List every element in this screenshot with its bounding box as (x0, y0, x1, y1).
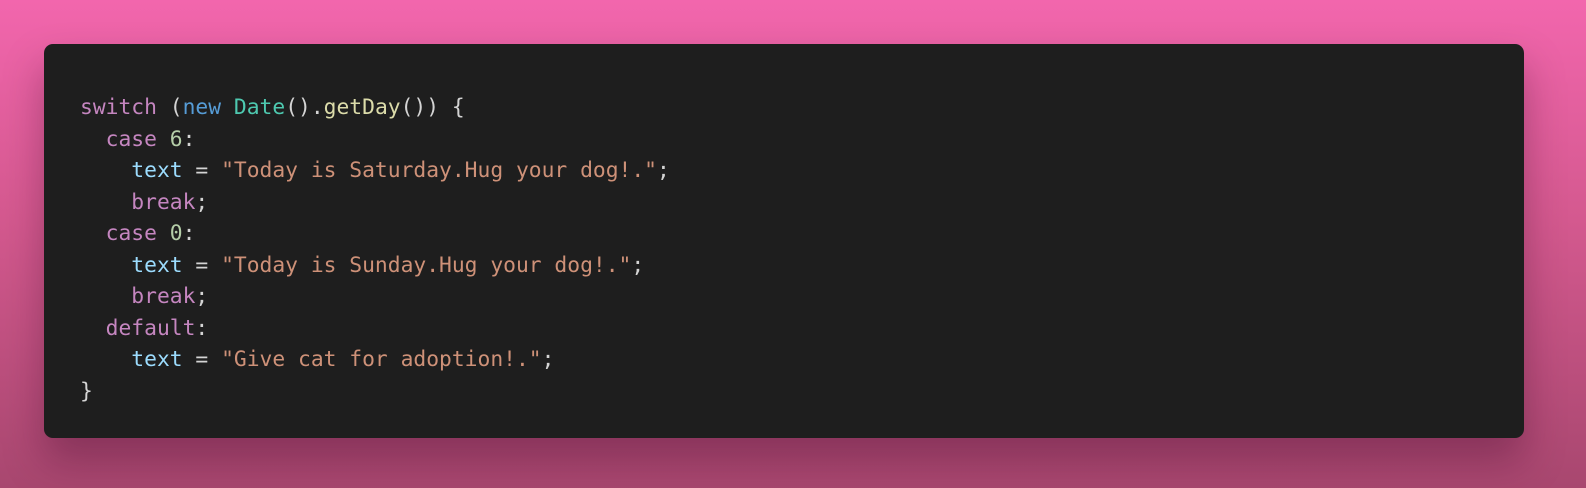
code-token: new (182, 95, 222, 120)
code-line: case 0: (80, 218, 1524, 250)
code-token: case (105, 126, 157, 152)
code-token: text (131, 252, 183, 278)
code-token: = (182, 347, 222, 372)
code-token: ; (195, 284, 209, 309)
code-token: case (105, 221, 157, 246)
code-token: : (182, 126, 196, 152)
code-token: } (80, 378, 93, 404)
code-token: getDay (323, 95, 401, 120)
code-snippet-window: switch (new Date().getDay()) { case 6: t… (44, 44, 1524, 438)
code-token: break (131, 284, 196, 309)
code-token: (). (285, 95, 324, 120)
code-line: break; (80, 187, 1524, 219)
code-token: 6 (169, 126, 183, 152)
code-line: text = "Today is Sunday.Hug your dog!."; (80, 250, 1524, 282)
code-token: ; (631, 252, 645, 278)
code-line: } (80, 376, 1524, 408)
code-token: ; (195, 189, 209, 215)
code-token: text (131, 347, 183, 372)
code-block: switch (new Date().getDay()) { case 6: t… (80, 92, 1524, 407)
code-token: "Today is Saturday.Hug your dog!." (221, 158, 658, 183)
code-line: break; (80, 281, 1524, 313)
code-token: "Give cat for adoption!." (221, 347, 542, 372)
code-token: Date (233, 95, 286, 120)
code-line: case 6: (80, 124, 1524, 156)
code-token: text (131, 158, 183, 183)
code-line: default: (80, 313, 1524, 345)
code-token: "Today is Sunday.Hug your dog!." (221, 252, 632, 278)
code-token: : (195, 315, 209, 341)
code-token: break (131, 189, 196, 215)
code-token: switch (80, 95, 157, 120)
code-token: default (105, 315, 196, 341)
code-token: ()) { (400, 95, 465, 120)
code-token: ( (156, 95, 183, 120)
code-line: switch (new Date().getDay()) { (80, 92, 1524, 124)
code-line: text = "Give cat for adoption!."; (80, 344, 1524, 376)
code-token: 0 (169, 221, 183, 246)
code-token: : (182, 221, 196, 246)
code-line: text = "Today is Saturday.Hug your dog!.… (80, 155, 1524, 187)
code-token: = (182, 158, 222, 183)
code-token: = (182, 252, 222, 278)
code-token: ; (657, 158, 670, 183)
code-token: ; (541, 347, 555, 372)
